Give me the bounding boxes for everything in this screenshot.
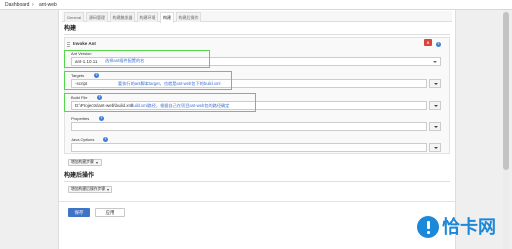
save-bar-divider	[59, 201, 455, 202]
help-icon[interactable]	[436, 42, 441, 47]
watermark-brand: 恰卡网	[442, 217, 496, 237]
breadcrumb-dashboard[interactable]: Dashboard	[5, 2, 29, 8]
add-build-step-label: 增加构建步骤	[71, 160, 94, 164]
tab-build-triggers[interactable]: 构建触发器	[110, 12, 135, 22]
breadcrumb-separator: ›	[32, 2, 34, 8]
build-section-divider	[64, 34, 450, 35]
apply-button[interactable]: 应用	[95, 208, 125, 217]
scrollbar-thumb[interactable]	[503, 12, 509, 170]
targets-expand-button[interactable]	[429, 79, 441, 88]
chevron-down-icon	[96, 162, 98, 164]
add-build-step-button[interactable]: 增加构建步骤	[68, 159, 102, 166]
tab-source-control[interactable]: 源码管理	[86, 12, 108, 22]
help-icon[interactable]	[99, 116, 104, 121]
config-tabs: General 源码管理 构建触发器 构建环境 构建 构建后操作	[62, 11, 452, 23]
build-file-expand-button[interactable]	[429, 101, 441, 110]
tab-build[interactable]: 构建	[160, 12, 174, 23]
properties-expand-button[interactable]	[429, 122, 441, 131]
post-build-section-divider	[64, 181, 450, 182]
annotation-box-ant-version: 选择ant插件配置的名	[64, 50, 210, 68]
add-post-build-step-button[interactable]: 增加构建后操作步骤	[68, 186, 112, 193]
logo-exclamation-dot	[427, 231, 430, 234]
help-icon[interactable]	[103, 137, 108, 142]
properties-input[interactable]	[71, 122, 427, 131]
breadcrumb-job[interactable]: ant-web	[39, 2, 57, 8]
chevron-down-icon	[433, 61, 437, 63]
exclamation-bubble-icon	[417, 216, 439, 238]
annotation-box-targets: 要执行的ant脚本target，也就是ant-web包下的build.xml	[64, 71, 232, 90]
tab-post-build[interactable]: 构建后操作	[176, 12, 201, 22]
step-title: Invoke Ant	[73, 41, 96, 46]
delete-step-button[interactable]: X	[424, 39, 432, 46]
java-options-expand-button[interactable]	[429, 143, 441, 152]
tab-general[interactable]: General	[64, 12, 84, 22]
annotation-text: 要执行的ant脚本target，也就是ant-web包下的build.xml	[118, 81, 221, 86]
java-options-input[interactable]	[71, 143, 427, 152]
save-button[interactable]: 保存	[68, 208, 90, 217]
properties-label: Properties	[71, 116, 90, 121]
annotation-text: 选择ant插件配置的名	[105, 58, 145, 63]
tab-build-environment[interactable]: 构建环境	[137, 12, 158, 22]
add-post-build-step-label: 增加构建后操作步骤	[71, 187, 106, 191]
annotation-box-build-file: build.xml路径，根据自己在项目ant-web包的路径确定	[64, 93, 256, 112]
annotation-text: build.xml路径，根据自己在项目ant-web包的路径确定	[131, 103, 230, 108]
java-options-label: Java Options	[71, 137, 95, 142]
post-build-section-title: 构建后操作	[64, 173, 95, 179]
chevron-down-icon	[107, 189, 109, 191]
logo-exclamation-bar	[427, 221, 430, 229]
drag-handle-icon[interactable]	[67, 42, 70, 47]
build-section-title: 构建	[64, 26, 77, 32]
top-bar: Dashboard › ant-web	[0, 0, 512, 10]
page-scrollbar[interactable]	[503, 10, 509, 249]
